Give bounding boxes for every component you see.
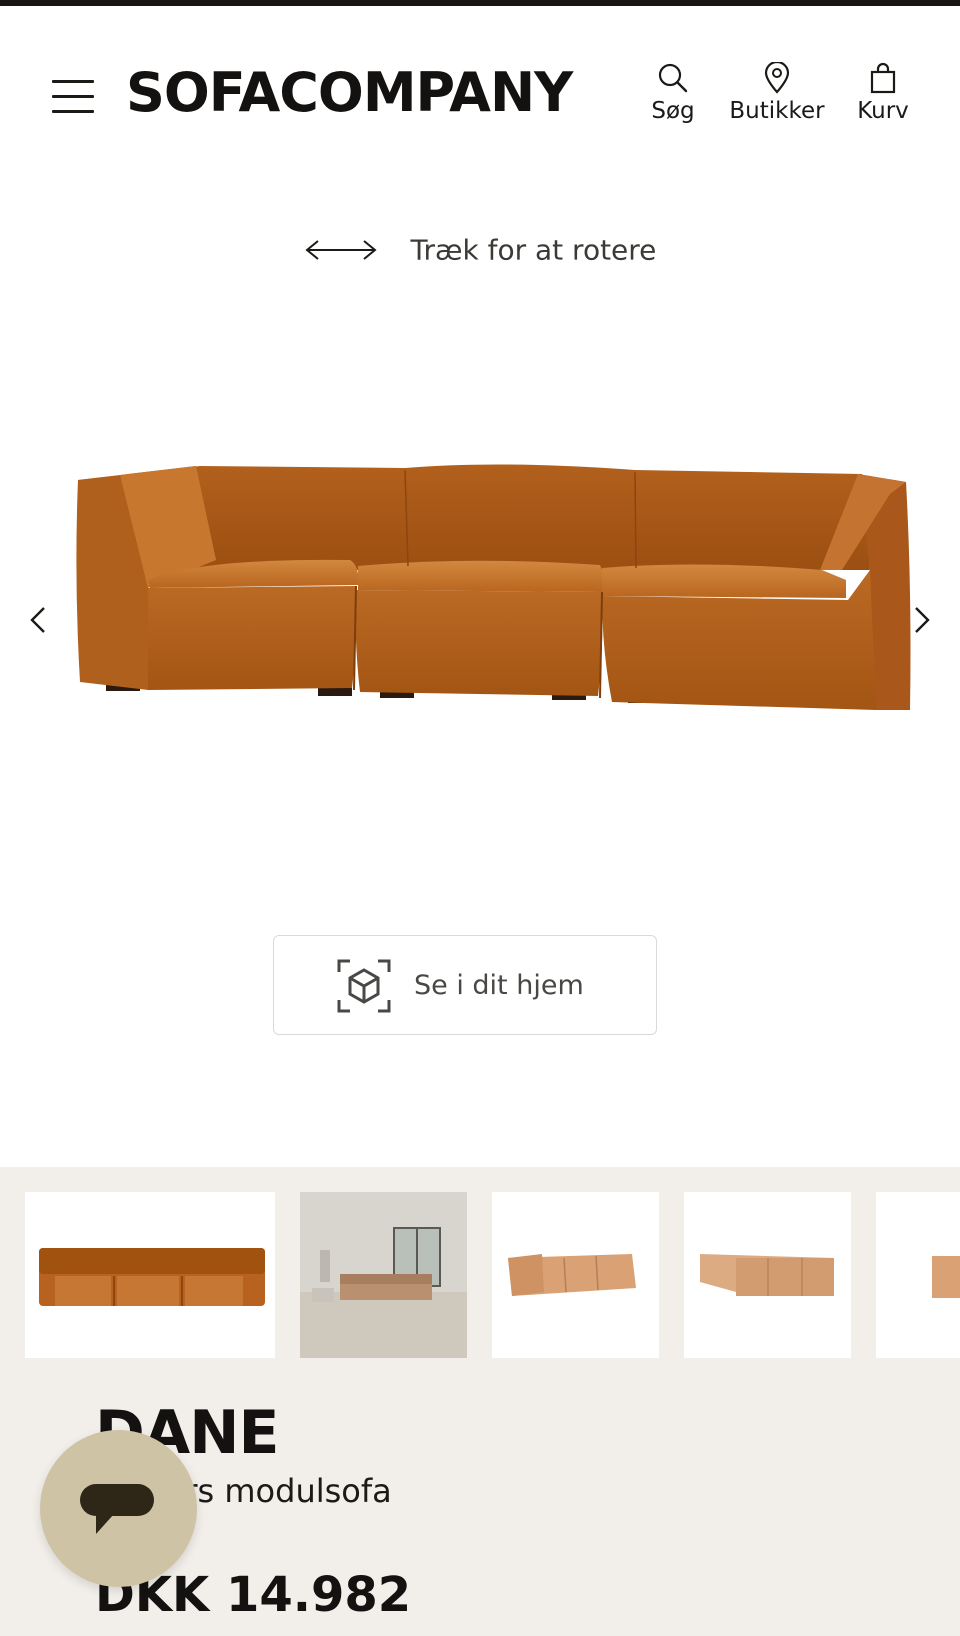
thumbnail-2[interactable]: [300, 1192, 467, 1358]
site-header: SOFACOMPANY Søg Butikker Kurv: [0, 6, 960, 156]
thumbnail-gallery[interactable]: [25, 1192, 960, 1358]
view-in-home-button[interactable]: Se i dit hjem: [273, 935, 657, 1035]
search-button[interactable]: Søg: [643, 62, 703, 132]
thumbnail-4[interactable]: [684, 1192, 851, 1358]
rotate-hint: Træk for at rotere: [0, 232, 960, 267]
ar-cube-icon: [337, 959, 391, 1013]
location-pin-icon: [764, 62, 790, 94]
sofa-image: [76, 464, 911, 710]
double-arrow-icon: [305, 240, 377, 260]
sofa-partial-image: [932, 1256, 960, 1298]
sofa-thumbnail-image: [39, 1248, 265, 1306]
chat-bubble-icon: [80, 1484, 154, 1534]
brand-logo[interactable]: SOFACOMPANY: [126, 61, 573, 124]
sofa-back-image: [700, 1254, 834, 1296]
chat-button[interactable]: [40, 1430, 197, 1587]
rotate-hint-text: Træk for at rotere: [410, 233, 657, 267]
stores-button[interactable]: Butikker: [725, 62, 829, 132]
cart-button[interactable]: Kurv: [852, 62, 914, 132]
thumbnail-1[interactable]: [25, 1192, 275, 1358]
room-scene-image: [300, 1192, 467, 1358]
cart-label: Kurv: [857, 98, 909, 124]
sofa-angle-image: [508, 1254, 636, 1296]
search-icon: [658, 63, 688, 93]
thumbnail-3[interactable]: [492, 1192, 659, 1358]
thumbnail-5[interactable]: [876, 1192, 960, 1358]
shopping-bag-icon: [870, 62, 896, 94]
product-3d-viewer[interactable]: [0, 420, 960, 750]
stores-label: Butikker: [729, 98, 825, 124]
view-in-home-label: Se i dit hjem: [414, 970, 584, 1001]
search-label: Søg: [651, 98, 695, 124]
menu-icon[interactable]: [52, 74, 94, 118]
